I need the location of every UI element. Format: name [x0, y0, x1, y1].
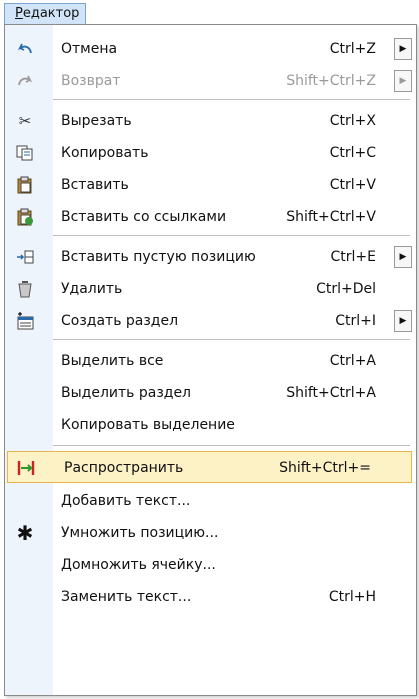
- clipboard-link-icon: [15, 208, 35, 226]
- undo-submenu-arrow[interactable]: ▶: [394, 38, 412, 60]
- insert-empty-submenu-arrow[interactable]: ▶: [394, 246, 412, 268]
- menu-item-cut[interactable]: ✂ Вырезать Ctrl+X: [5, 105, 416, 137]
- menubar-editor[interactable]: Редактор: [4, 3, 86, 25]
- menu-item-spread[interactable]: Распространить Shift+Ctrl+=: [7, 451, 412, 483]
- menu-item-delete-label: Удалить: [61, 281, 123, 297]
- scissors-icon: ✂: [18, 112, 32, 130]
- trash-icon: [15, 280, 35, 298]
- editor-dropdown-menu: Отмена Ctrl+Z ▶ Возврат Shift+Ctrl+Z ▶ ✂…: [4, 24, 417, 696]
- new-section-icon: [15, 312, 35, 330]
- menu-item-cut-label: Вырезать: [61, 113, 132, 129]
- menu-item-create-section[interactable]: Создать раздел Ctrl+I ▶: [5, 305, 416, 337]
- menu-item-add-text-label: Добавить текст...: [61, 493, 191, 509]
- menu-separator: [53, 445, 410, 449]
- menu-separator: [53, 99, 410, 103]
- menu-item-undo[interactable]: Отмена Ctrl+Z ▶: [5, 33, 416, 65]
- create-section-submenu-arrow[interactable]: ▶: [394, 310, 412, 332]
- insert-row-icon: [15, 248, 35, 266]
- menu-item-insert-empty-label: Вставить пустую позицию: [61, 249, 256, 265]
- undo-icon: [15, 40, 35, 58]
- clipboard-icon: [15, 176, 35, 194]
- menu-item-paste-label: Вставить: [61, 177, 129, 193]
- spread-icon: [16, 459, 36, 477]
- menu-item-paste-links-shortcut: Shift+Ctrl+V: [286, 209, 376, 225]
- redo-icon: [15, 72, 35, 90]
- redo-submenu-arrow[interactable]: ▶: [394, 70, 412, 92]
- menu-item-copy-shortcut: Ctrl+C: [329, 145, 376, 161]
- menu-item-cut-shortcut: Ctrl+X: [329, 113, 376, 129]
- menu-item-multiply[interactable]: ✱ Умножить позицию...: [5, 517, 416, 549]
- menu-item-redo-shortcut: Shift+Ctrl+Z: [286, 73, 376, 89]
- menu-item-replace-text-label: Заменить текст...: [61, 589, 192, 605]
- copy-icon: [15, 144, 35, 162]
- menu-item-replace-text[interactable]: Заменить текст... Ctrl+H: [5, 581, 416, 613]
- asterisk-icon: ✱: [16, 521, 34, 545]
- menu-item-copy[interactable]: Копировать Ctrl+C: [5, 137, 416, 169]
- menu-item-select-all[interactable]: Выделить все Ctrl+A: [5, 345, 416, 377]
- menu-item-paste[interactable]: Вставить Ctrl+V: [5, 169, 416, 201]
- menubar-editor-label: Редактор: [15, 6, 80, 21]
- menu-item-insert-empty[interactable]: Вставить пустую позицию Ctrl+E ▶: [5, 241, 416, 273]
- menu-item-delete-shortcut: Ctrl+Del: [316, 281, 376, 297]
- menu-item-copy-selection[interactable]: Копировать выделение: [5, 409, 416, 441]
- menu-item-redo-label: Возврат: [61, 73, 121, 89]
- menu-item-paste-shortcut: Ctrl+V: [329, 177, 376, 193]
- menu-item-redo[interactable]: Возврат Shift+Ctrl+Z ▶: [5, 65, 416, 97]
- menu-item-multiply-cell[interactable]: Домножить ячейку...: [5, 549, 416, 581]
- menu-item-copy-label: Копировать: [61, 145, 149, 161]
- menu-item-multiply-label: Умножить позицию...: [61, 525, 219, 541]
- menu-separator: [53, 339, 410, 343]
- menu-item-select-section-label: Выделить раздел: [61, 385, 192, 401]
- menu-item-select-all-shortcut: Ctrl+A: [329, 353, 376, 369]
- menu-item-add-text[interactable]: Добавить текст...: [5, 485, 416, 517]
- menu-item-paste-links-label: Вставить со ссылками: [61, 209, 227, 225]
- menu-separator: [53, 235, 410, 239]
- menu-item-replace-text-shortcut: Ctrl+H: [328, 589, 376, 605]
- menu-item-select-section-shortcut: Shift+Ctrl+A: [286, 385, 376, 401]
- menu-item-insert-empty-shortcut: Ctrl+E: [330, 249, 377, 265]
- menu-item-select-section[interactable]: Выделить раздел Shift+Ctrl+A: [5, 377, 416, 409]
- menu-item-undo-label: Отмена: [61, 41, 118, 57]
- menu-item-copy-selection-label: Копировать выделение: [61, 417, 235, 433]
- menu-item-spread-label: Распространить: [64, 460, 184, 476]
- menu-item-multiply-cell-label: Домножить ячейку...: [61, 557, 216, 573]
- menu-item-delete[interactable]: Удалить Ctrl+Del: [5, 273, 416, 305]
- menu-item-paste-links[interactable]: Вставить со ссылками Shift+Ctrl+V: [5, 201, 416, 233]
- menu-item-spread-shortcut: Shift+Ctrl+=: [279, 460, 371, 476]
- menu-item-create-section-label: Создать раздел: [61, 313, 179, 329]
- menu-item-select-all-label: Выделить все: [61, 353, 164, 369]
- menu-item-create-section-shortcut: Ctrl+I: [335, 313, 376, 329]
- menu-item-undo-shortcut: Ctrl+Z: [329, 41, 376, 57]
